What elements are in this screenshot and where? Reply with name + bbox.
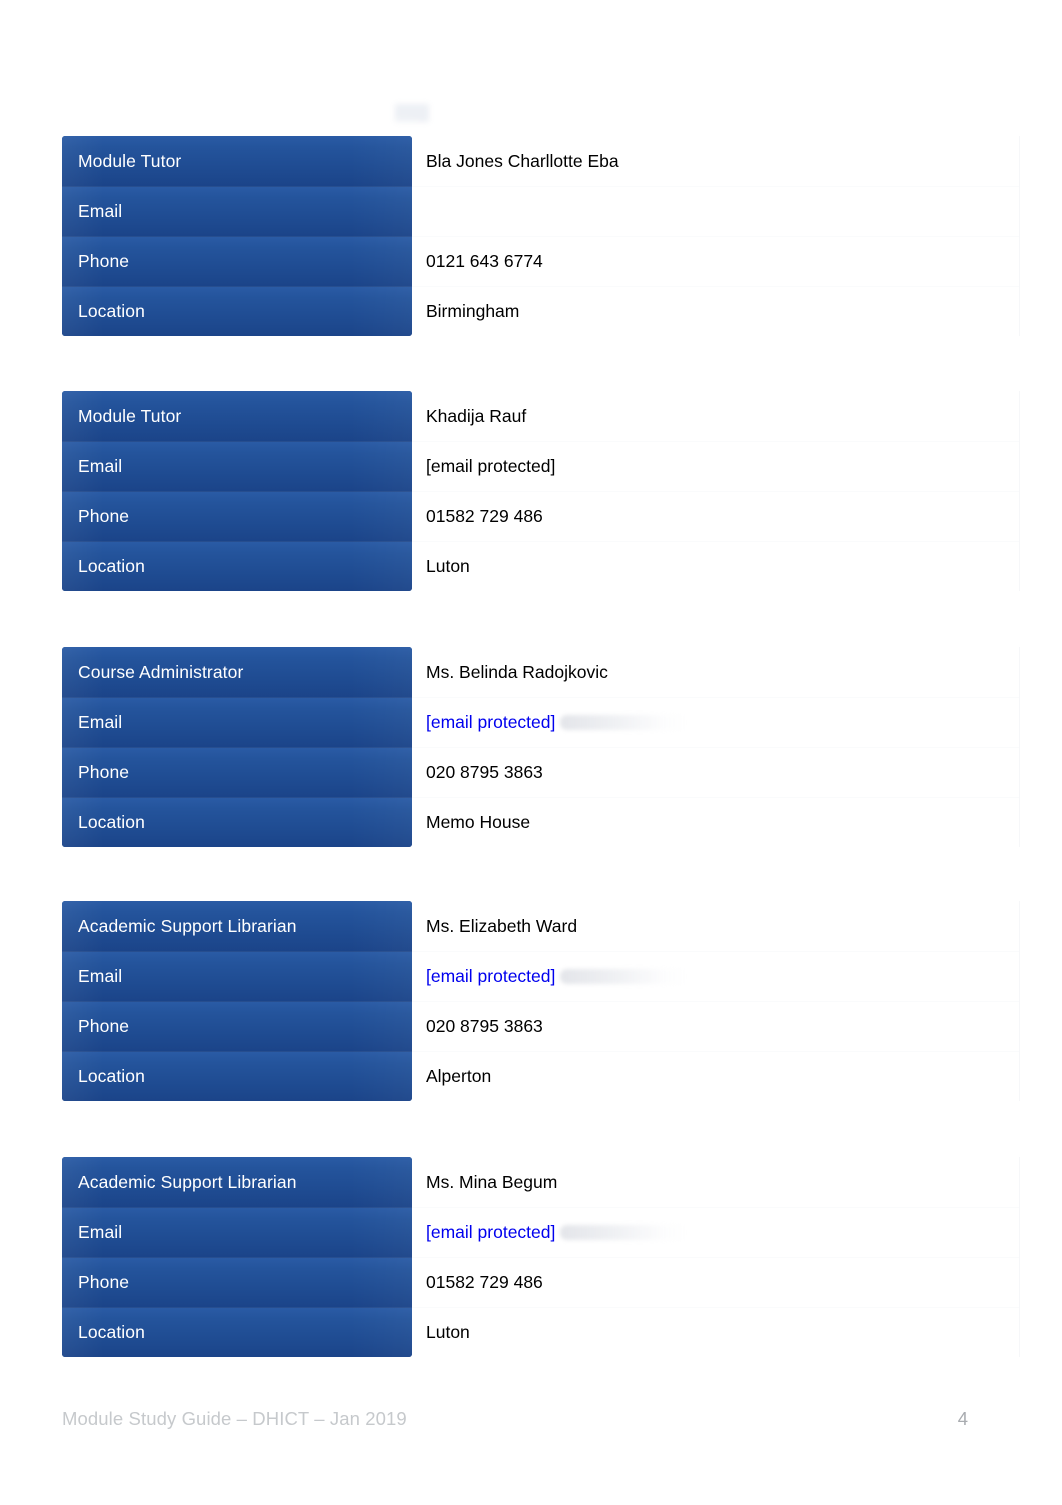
contact-location-text: Birmingham: [426, 301, 520, 321]
contact-label-column: Academic Support Librarian Email Phone L…: [62, 1157, 412, 1357]
contact-location-value: Alperton: [412, 1051, 1020, 1101]
contact-location-value: Luton: [412, 541, 1020, 591]
contact-email-link[interactable]: [email protected]: [426, 712, 555, 733]
contact-phone-label: Phone: [62, 236, 412, 286]
contact-phone-label: Phone: [62, 747, 412, 797]
contact-location-label: Location: [62, 1051, 412, 1101]
contact-table: Course Administrator Email Phone Locatio…: [62, 647, 1020, 847]
contact-email-label: Email: [62, 441, 412, 491]
contact-label-column: Course Administrator Email Phone Locatio…: [62, 647, 412, 847]
contact-role-label: Module Tutor: [62, 136, 412, 186]
contact-location-text: Luton: [426, 1322, 470, 1342]
contact-name-value: Ms. Elizabeth Ward: [412, 901, 1020, 951]
contact-location-label: Location: [62, 286, 412, 336]
contact-role-label: Academic Support Librarian: [62, 901, 412, 951]
contact-phone-text: 020 8795 3863: [426, 1016, 543, 1036]
contact-role-label: Module Tutor: [62, 391, 412, 441]
contact-name-value: Ms. Belinda Radojkovic: [412, 647, 1020, 697]
contact-phone-value: 01582 729 486: [412, 1257, 1020, 1307]
redaction-smudge: [560, 1225, 689, 1240]
contact-phone-value: 0121 643 6774: [412, 236, 1020, 286]
redaction-smudge: [560, 715, 689, 730]
contact-name-text: Ms. Belinda Radojkovic: [426, 661, 608, 682]
contact-email-label: Email: [62, 1207, 412, 1257]
contact-name-value: Ms. Mina Begum: [412, 1157, 1020, 1207]
contact-email-label: Email: [62, 951, 412, 1001]
contact-phone-text: 020 8795 3863: [426, 762, 543, 782]
page-footer: Module Study Guide – DHICT – Jan 2019 4: [62, 1408, 1000, 1430]
contact-value-column: Khadija Rauf [email protected] 01582 729…: [412, 391, 1020, 591]
contact-name-text: Khadija Rauf: [426, 405, 527, 426]
footer-page-number: 4: [957, 1408, 968, 1429]
contact-location-text: Memo House: [426, 812, 531, 832]
contact-email-value: [email protected]: [412, 697, 1020, 747]
contact-table: Module Tutor Email Phone Location Khadij…: [62, 391, 1020, 591]
contact-label-column: Module Tutor Email Phone Location: [62, 391, 412, 591]
contact-email-value: [email protected]: [412, 441, 1020, 491]
contact-location-text: Alperton: [426, 1066, 492, 1086]
footer-title: Module Study Guide – DHICT – Jan 2019: [62, 1408, 407, 1429]
contact-name-value: Bla Jones Charllotte Eba: [412, 136, 1020, 186]
contact-name-text: Ms. Mina Begum: [426, 1171, 558, 1192]
contact-value-column: Ms. Mina Begum [email protected] 01582 7…: [412, 1157, 1020, 1357]
contact-name-text: Bla Jones Charllotte Eba: [426, 150, 619, 171]
contact-email-value: [email protected]: [412, 951, 1020, 1001]
scan-artifact: [395, 104, 429, 122]
contact-phone-text: 01582 729 486: [426, 506, 543, 526]
contact-role-label: Course Administrator: [62, 647, 412, 697]
contact-email-text: [email protected]: [426, 456, 556, 476]
contact-location-label: Location: [62, 797, 412, 847]
contact-location-label: Location: [62, 1307, 412, 1357]
contact-phone-label: Phone: [62, 1257, 412, 1307]
contact-label-column: Module Tutor Email Phone Location: [62, 136, 412, 336]
contact-email-link[interactable]: [email protected]: [426, 966, 555, 987]
contact-email-value: [412, 186, 1020, 236]
contact-phone-value: 020 8795 3863: [412, 1001, 1020, 1051]
contact-location-label: Location: [62, 541, 412, 591]
contact-location-value: Luton: [412, 1307, 1020, 1357]
document-page: Module Tutor Email Phone Location Bla Jo…: [0, 0, 1062, 1505]
contact-email-link[interactable]: [email protected]: [426, 1222, 555, 1243]
contact-role-label: Academic Support Librarian: [62, 1157, 412, 1207]
redaction-smudge: [560, 969, 689, 984]
contact-table: Module Tutor Email Phone Location Bla Jo…: [62, 136, 1020, 336]
contact-phone-value: 020 8795 3863: [412, 747, 1020, 797]
contact-email-label: Email: [62, 697, 412, 747]
contact-phone-text: 01582 729 486: [426, 1272, 543, 1292]
contact-email-value: [email protected]: [412, 1207, 1020, 1257]
contact-value-column: Ms. Elizabeth Ward [email protected] 020…: [412, 901, 1020, 1101]
contact-name-value: Khadija Rauf: [412, 391, 1020, 441]
contact-location-value: Memo House: [412, 797, 1020, 847]
contact-name-text: Ms. Elizabeth Ward: [426, 915, 578, 936]
contact-phone-text: 0121 643 6774: [426, 251, 543, 271]
contact-location-text: Luton: [426, 556, 470, 576]
contact-phone-value: 01582 729 486: [412, 491, 1020, 541]
contact-phone-label: Phone: [62, 491, 412, 541]
contact-value-column: Bla Jones Charllotte Eba 0121 643 6774 B…: [412, 136, 1020, 336]
contact-label-column: Academic Support Librarian Email Phone L…: [62, 901, 412, 1101]
contact-location-value: Birmingham: [412, 286, 1020, 336]
contact-value-column: Ms. Belinda Radojkovic [email protected]…: [412, 647, 1020, 847]
contact-table: Academic Support Librarian Email Phone L…: [62, 1157, 1020, 1357]
contact-phone-label: Phone: [62, 1001, 412, 1051]
contact-email-label: Email: [62, 186, 412, 236]
contact-table: Academic Support Librarian Email Phone L…: [62, 901, 1020, 1101]
